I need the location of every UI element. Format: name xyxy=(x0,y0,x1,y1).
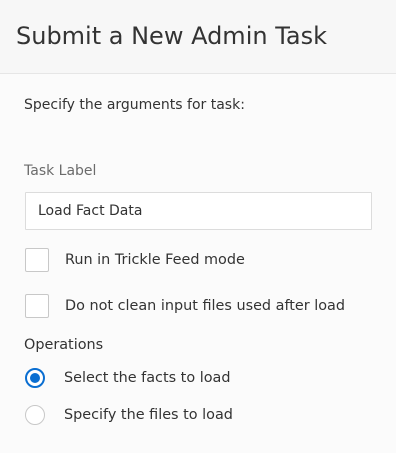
panel-header: Submit a New Admin Task xyxy=(0,0,396,74)
trickle-feed-label: Run in Trickle Feed mode xyxy=(65,252,245,268)
instruction-text: Specify the arguments for task: xyxy=(24,97,245,113)
trickle-feed-checkbox[interactable] xyxy=(25,248,49,272)
task-label-input[interactable] xyxy=(25,192,372,230)
specify-files-radio[interactable] xyxy=(25,405,45,425)
select-facts-label: Select the facts to load xyxy=(64,370,231,386)
page-title: Submit a New Admin Task xyxy=(16,22,327,50)
admin-task-panel: Submit a New Admin Task Specify the argu… xyxy=(0,0,396,453)
radio-selected-dot-icon xyxy=(30,373,40,383)
task-label-caption: Task Label xyxy=(24,163,97,179)
no-clean-files-checkbox[interactable] xyxy=(25,294,49,318)
no-clean-files-label: Do not clean input files used after load xyxy=(65,298,346,314)
operations-label: Operations xyxy=(24,337,104,353)
select-facts-radio[interactable] xyxy=(25,368,45,388)
no-clean-files-option[interactable]: Do not clean input files used after load xyxy=(25,293,345,319)
select-facts-option[interactable]: Select the facts to load xyxy=(25,366,230,390)
specify-files-label: Specify the files to load xyxy=(64,407,233,423)
specify-files-option[interactable]: Specify the files to load xyxy=(25,403,233,427)
trickle-feed-option[interactable]: Run in Trickle Feed mode xyxy=(25,247,245,273)
